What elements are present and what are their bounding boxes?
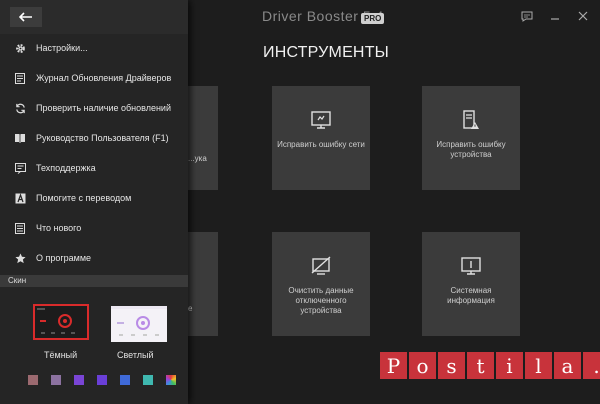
tile-label: Исправить ошибку устройства (436, 140, 506, 159)
refresh-icon (14, 102, 26, 114)
menu-item-label: Журнал Обновления Драйверов (36, 73, 172, 83)
skin-dark-label: Тёмный (44, 350, 78, 360)
tile-label: Исправить ошибку сети (277, 140, 365, 149)
pro-badge: PRO (361, 13, 385, 24)
skin-light-label: Светлый (117, 350, 154, 360)
color-swatch[interactable] (120, 375, 130, 385)
menu-item-check-updates[interactable]: Проверить наличие обновлений (0, 93, 188, 123)
watermark-letter: l (525, 352, 552, 379)
system-info-icon (459, 254, 483, 278)
back-button[interactable] (10, 7, 42, 27)
color-swatch[interactable] (74, 375, 84, 385)
menu-item-label: О программе (36, 253, 92, 263)
clean-device-icon (309, 254, 333, 278)
menu-item-update-log[interactable]: Журнал Обновления Драйверов (0, 63, 188, 93)
minimize-icon[interactable] (548, 9, 562, 23)
watermark-letter: P (380, 352, 407, 379)
watermark-letter: . (583, 352, 600, 379)
menu-item-about[interactable]: О программе (0, 243, 188, 273)
close-icon[interactable] (576, 9, 590, 23)
arrow-left-icon (19, 12, 32, 22)
menu-item-label: Техподдержка (36, 163, 96, 173)
watermark-letter: i (496, 352, 523, 379)
tool-tile-network-fix[interactable]: Исправить ошибку сети (272, 86, 370, 190)
watermark-letter: o (409, 352, 436, 379)
menu-item-label: Проверить наличие обновлений (36, 103, 171, 113)
menu-item-whats-new[interactable]: Что нового (0, 213, 188, 243)
gear-icon (14, 42, 26, 54)
side-menu-header (0, 0, 188, 34)
watermark-letter: s (438, 352, 465, 379)
book-icon (14, 132, 26, 144)
skin-section-header: Скин (0, 275, 188, 287)
tool-tile-device-fix[interactable]: Исправить ошибку устройства (422, 86, 520, 190)
skin-light-preview (111, 306, 167, 342)
watermark-letter: a (554, 352, 581, 379)
menu-item-label: Что нового (36, 223, 82, 233)
network-fix-icon (309, 108, 333, 132)
watermark-letter: t (467, 352, 494, 379)
skin-dark-preview (35, 306, 87, 338)
color-swatch[interactable] (97, 375, 107, 385)
menu-item-label: Руководство Пользователя (F1) (36, 133, 169, 143)
menu-item-label: Настройки... (36, 43, 88, 53)
feedback-icon[interactable] (520, 9, 534, 23)
news-icon (14, 222, 26, 234)
menu-item-user-guide[interactable]: Руководство Пользователя (F1) (0, 123, 188, 153)
tile-label: Системная информация (447, 286, 495, 305)
color-swatch-multicolor[interactable] (166, 375, 176, 385)
menu-item-label: Помогите с переводом (36, 193, 132, 203)
tool-tile-system-info[interactable]: Системная информация (422, 232, 520, 336)
side-menu: Настройки... Журнал Обновления Драйверов… (0, 0, 188, 404)
skin-light-option[interactable] (111, 306, 167, 342)
color-swatch[interactable] (51, 375, 61, 385)
menu-item-translate[interactable]: Помогите с переводом (0, 183, 188, 213)
app-window: Driver Booster 5.4 PRO ИНСТРУМЕНТЫ ...ук… (0, 0, 600, 404)
tile-label: Очистить данные отключенного устройства (288, 286, 354, 315)
menu-item-support[interactable]: Техподдержка (0, 153, 188, 183)
color-swatch[interactable] (143, 375, 153, 385)
tool-tile-partial[interactable]: е (188, 232, 218, 336)
tool-tile-clean-device[interactable]: Очистить данные отключенного устройства (272, 232, 370, 336)
watermark: P o s t i l a . r u (380, 352, 600, 379)
translate-icon (14, 192, 26, 204)
page-title: ИНСТРУМЕНТЫ (263, 44, 390, 61)
device-fix-icon (459, 108, 483, 132)
color-swatch[interactable] (28, 375, 38, 385)
tool-tile-partial[interactable]: ...ука (188, 86, 218, 190)
color-swatches (28, 375, 176, 385)
menu-item-settings[interactable]: Настройки... (0, 33, 188, 63)
star-icon (14, 252, 26, 264)
skin-dark-option[interactable] (33, 304, 89, 340)
support-icon (14, 162, 26, 174)
window-controls (520, 9, 590, 23)
side-menu-list: Настройки... Журнал Обновления Драйверов… (0, 33, 188, 273)
log-icon (14, 72, 26, 84)
